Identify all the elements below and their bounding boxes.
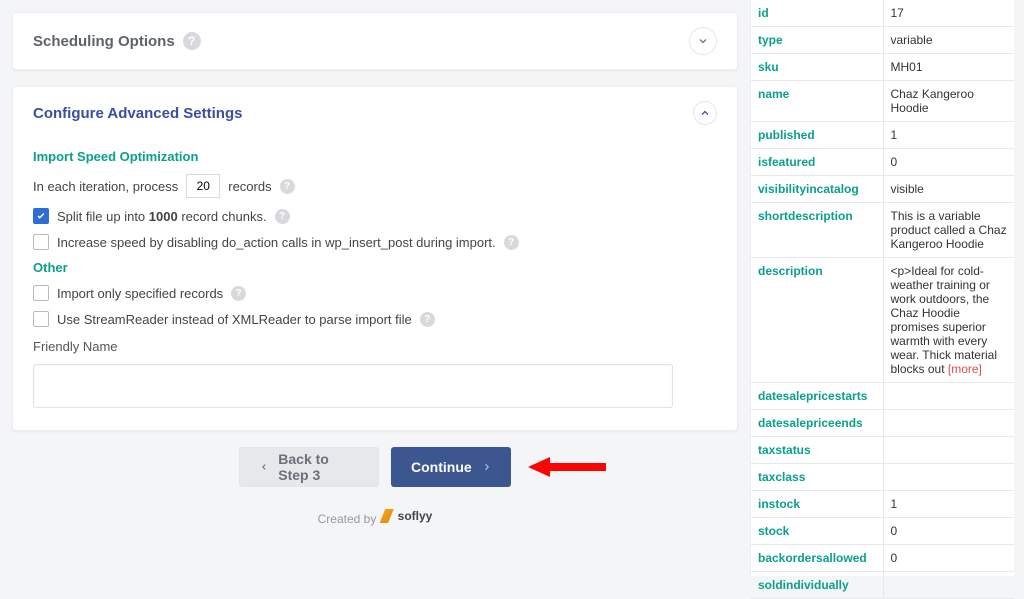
check-icon (36, 211, 46, 221)
help-icon[interactable]: ? (275, 209, 290, 224)
disable-row[interactable]: Increase speed by disabling do_action ca… (33, 234, 717, 250)
field-row[interactable]: instock1 (751, 491, 1014, 518)
field-row[interactable]: isfeatured0 (751, 149, 1014, 176)
field-row[interactable]: id17 (751, 0, 1014, 27)
stream-reader-row[interactable]: Use StreamReader instead of XMLReader to… (33, 311, 717, 327)
field-value: variable (883, 27, 1014, 54)
field-value: MH01 (883, 54, 1014, 81)
friendly-name-input[interactable] (33, 364, 673, 408)
field-key: datesalepriceends (751, 410, 883, 437)
field-value: visible (883, 176, 1014, 203)
more-link[interactable]: [more] (948, 362, 982, 376)
field-key: instock (751, 491, 883, 518)
field-row[interactable]: typevariable (751, 27, 1014, 54)
field-value: Chaz Kangeroo Hoodie (883, 81, 1014, 122)
field-row[interactable]: published1 (751, 122, 1014, 149)
field-value: This is a variable product called a Chaz… (883, 203, 1014, 258)
scheduling-title: Scheduling Options ? (33, 32, 201, 50)
speed-heading: Import Speed Optimization (33, 149, 717, 164)
collapse-advanced[interactable] (693, 101, 717, 125)
advanced-panel: Configure Advanced Settings Import Speed… (12, 86, 738, 431)
button-row: Back to Step 3 Continue (12, 447, 738, 487)
only-specified-row[interactable]: Import only specified records ? (33, 285, 717, 301)
chevron-left-icon (260, 462, 268, 472)
back-button[interactable]: Back to Step 3 (239, 447, 379, 487)
disable-checkbox[interactable] (33, 234, 49, 250)
sidebar: id17typevariableskuMH01nameChaz Kangeroo… (750, 0, 1014, 576)
field-value (883, 383, 1014, 410)
stream-reader-label: Use StreamReader instead of XMLReader to… (57, 312, 412, 327)
field-row[interactable]: skuMH01 (751, 54, 1014, 81)
iteration-row: In each iteration, process records ? (33, 174, 717, 198)
help-icon[interactable]: ? (231, 286, 246, 301)
field-key: id (751, 0, 883, 27)
field-key: stock (751, 518, 883, 545)
field-value: 17 (883, 0, 1014, 27)
field-row[interactable]: visibilityincatalogvisible (751, 176, 1014, 203)
field-row[interactable]: stock0 (751, 518, 1014, 545)
field-key: taxclass (751, 464, 883, 491)
field-key: backordersallowed (751, 545, 883, 572)
field-row[interactable]: taxstatus (751, 437, 1014, 464)
field-value: 1 (883, 122, 1014, 149)
only-specified-checkbox[interactable] (33, 285, 49, 301)
disable-label: Increase speed by disabling do_action ca… (57, 235, 496, 250)
field-key: shortdescription (751, 203, 883, 258)
fields-table: id17typevariableskuMH01nameChaz Kangeroo… (751, 0, 1014, 599)
chevron-up-icon (699, 107, 711, 119)
field-row[interactable]: datesalepriceends (751, 410, 1014, 437)
continue-button[interactable]: Continue (391, 447, 511, 487)
chevron-down-icon (697, 35, 709, 47)
field-value: 0 (883, 518, 1014, 545)
only-specified-label: Import only specified records (57, 286, 223, 301)
friendly-name-label: Friendly Name (33, 339, 717, 354)
expand-scheduling[interactable] (689, 27, 717, 55)
field-value: 1 (883, 491, 1014, 518)
field-key: description (751, 258, 883, 383)
footer: Created by soflyy (12, 509, 738, 526)
help-icon[interactable]: ? (420, 312, 435, 327)
iteration-input[interactable] (186, 174, 220, 198)
field-value (883, 437, 1014, 464)
field-key: sku (751, 54, 883, 81)
split-label: Split file up into 1000 record chunks. (57, 209, 267, 224)
field-row[interactable]: description<p>Ideal for cold-weather tra… (751, 258, 1014, 383)
field-key: taxstatus (751, 437, 883, 464)
field-row[interactable]: taxclass (751, 464, 1014, 491)
field-key: visibilityincatalog (751, 176, 883, 203)
field-key: type (751, 27, 883, 54)
field-row[interactable]: nameChaz Kangeroo Hoodie (751, 81, 1014, 122)
field-value: 0 (883, 545, 1014, 572)
field-key: published (751, 122, 883, 149)
field-value (883, 464, 1014, 491)
stream-reader-checkbox[interactable] (33, 311, 49, 327)
other-heading: Other (33, 260, 717, 275)
help-icon[interactable]: ? (183, 32, 201, 50)
field-row[interactable]: datesalepricestarts (751, 383, 1014, 410)
field-key: isfeatured (751, 149, 883, 176)
field-row[interactable]: shortdescriptionThis is a variable produ… (751, 203, 1014, 258)
arrow-annotation (528, 455, 606, 479)
field-key: name (751, 81, 883, 122)
soflyy-icon (380, 509, 394, 523)
soflyy-brand[interactable]: soflyy (380, 509, 433, 523)
scheduling-panel[interactable]: Scheduling Options ? (12, 12, 738, 70)
split-checkbox[interactable] (33, 208, 49, 224)
field-value: <p>Ideal for cold-weather training or wo… (883, 258, 1014, 383)
field-value (883, 410, 1014, 437)
split-row[interactable]: Split file up into 1000 record chunks. ? (33, 208, 717, 224)
help-icon[interactable]: ? (504, 235, 519, 250)
field-value: 0 (883, 149, 1014, 176)
help-icon[interactable]: ? (280, 179, 295, 194)
advanced-title: Configure Advanced Settings (33, 105, 242, 122)
field-key: datesalepricestarts (751, 383, 883, 410)
chevron-right-icon (482, 462, 491, 472)
field-row[interactable]: backordersallowed0 (751, 545, 1014, 572)
